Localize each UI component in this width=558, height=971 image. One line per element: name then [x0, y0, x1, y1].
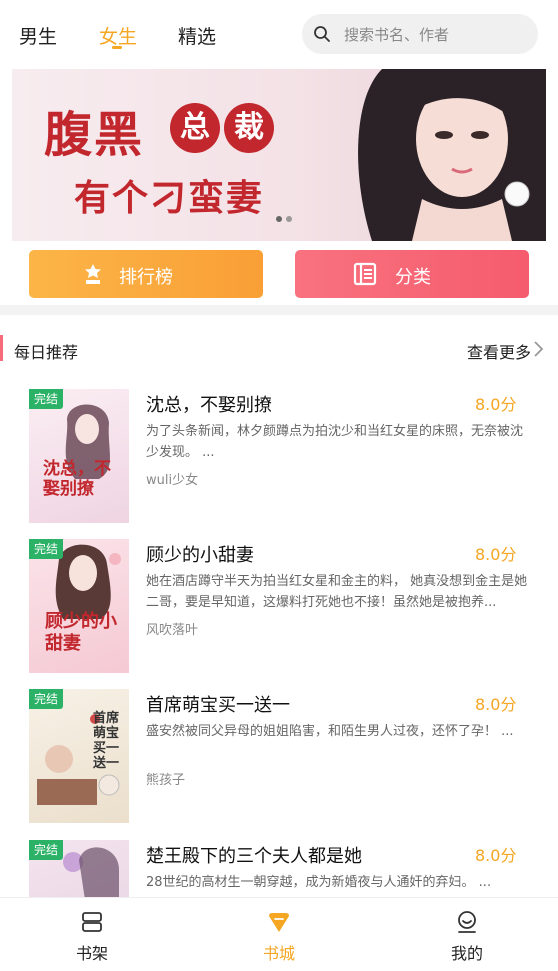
- category-button[interactable]: 分类: [295, 250, 529, 298]
- category-icon: [353, 262, 377, 286]
- banner-pagination: [276, 207, 296, 226]
- cover-illustration: [43, 404, 110, 495]
- book-cover[interactable]: 首席萌宝买一送一 完结: [29, 689, 129, 823]
- banner-title-circle1: 总: [170, 103, 220, 153]
- bottom-tab-bar: 书架 书城 我的: [0, 897, 558, 971]
- banner-title-line1: 腹黑: [44, 107, 145, 163]
- section-divider: [0, 305, 558, 315]
- tab-featured[interactable]: 精选: [178, 22, 216, 49]
- book-score: 8.0分: [475, 695, 517, 714]
- book-author: 熊孩子: [146, 773, 186, 788]
- banner-title-circle2: 裁: [224, 103, 274, 153]
- trophy-icon: [85, 264, 101, 284]
- completed-badge: 完结: [29, 389, 63, 409]
- book-score: 8.0分: [475, 395, 517, 414]
- tab-profile-label: 我的: [450, 944, 483, 963]
- completed-badge: 完结: [29, 689, 63, 709]
- book-score: 8.0分: [475, 545, 517, 564]
- banner-title-line2: 有个刁蛮妻: [74, 177, 265, 219]
- banner-title: 腹黑 总 裁 有个刁蛮妻: [12, 69, 312, 241]
- section-accent-bar: [0, 335, 3, 361]
- cover-title: 顾少的小甜妻: [45, 611, 117, 654]
- tab-bookstore-label: 书城: [262, 944, 295, 963]
- book-title[interactable]: 楚王殿下的三个夫人都是她: [146, 842, 362, 868]
- book-list-item[interactable]: 首席萌宝买一送一 完结 首席萌宝买一送一 8.0分 盛安然被同父异母的姐姐陷害，…: [0, 689, 558, 829]
- completed-badge: 完结: [29, 539, 63, 559]
- ranking-button[interactable]: 排行榜: [29, 250, 263, 298]
- profile-icon: [458, 911, 476, 933]
- book-description: 盛安然被同父异母的姐姐陷害，和陌生男人过夜，还怀了孕！ ...: [146, 724, 514, 739]
- book-title[interactable]: 沈总，不娶别撩: [146, 391, 272, 417]
- bookstore-icon: [269, 913, 289, 932]
- book-title[interactable]: 顾少的小甜妻: [146, 541, 254, 567]
- search-placeholder: 搜索书名、作者: [344, 26, 450, 44]
- completed-badge: 完结: [29, 840, 63, 860]
- tab-bookstore[interactable]: 书城: [239, 898, 319, 971]
- ranking-label: 排行榜: [119, 267, 173, 288]
- banner-dot-2[interactable]: [286, 216, 292, 222]
- book-author: wuli少女: [146, 473, 199, 488]
- book-list-item[interactable]: 顾少的小甜妻 完结 顾少的小甜妻 8.0分 她在酒店蹲守半天为拍当红女星和金主的…: [0, 539, 558, 679]
- cover-title: 首席萌宝买一送一: [93, 711, 120, 771]
- book-cover[interactable]: 顾少的小甜妻 完结: [29, 539, 129, 673]
- search-icon: [314, 26, 330, 42]
- top-navigation: 男生 女生 精选 搜索书名、作者: [0, 0, 558, 68]
- book-description: 28世纪的高材生一朝穿越，成为新婚夜与人通奸的弃妇。 ...: [146, 875, 492, 890]
- tab-female[interactable]: 女生: [99, 22, 137, 49]
- book-author: 风吹落叶: [146, 623, 199, 638]
- search-input[interactable]: 搜索书名、作者: [302, 14, 538, 54]
- book-description: 她在酒店蹲守半天为拍当红女星和金主的料， 她真没想到金主是她二哥，要是早知道，这…: [146, 574, 528, 610]
- book-list-item[interactable]: 完结 楚王殿下的三个夫人都是她 8.0分 28世纪的高材生一朝穿越，成为新婚夜与…: [0, 840, 558, 897]
- category-label: 分类: [395, 267, 431, 288]
- book-list-item[interactable]: 沈总，不娶别撩 完结 沈总，不娶别撩 8.0分 为了头条新闻，林夕颜蹲点为拍沈少…: [0, 389, 558, 529]
- book-description: 为了头条新闻，林夕颜蹲点为拍沈少和当红女星的床照，无奈被沈少发现。 ...: [146, 424, 524, 460]
- active-tab-indicator: [112, 46, 122, 49]
- book-score: 8.0分: [475, 846, 517, 865]
- view-more-link[interactable]: 查看更多: [467, 339, 531, 363]
- chevron-right-icon[interactable]: [532, 340, 544, 358]
- tab-bookshelf-label: 书架: [75, 944, 108, 963]
- banner-portrait-image: [358, 69, 546, 241]
- book-cover[interactable]: 完结: [29, 840, 129, 897]
- tab-profile[interactable]: 我的: [427, 898, 507, 971]
- banner-dot-1[interactable]: [276, 216, 282, 222]
- book-title[interactable]: 首席萌宝买一送一: [146, 691, 290, 717]
- tab-bookshelf[interactable]: 书架: [52, 898, 132, 971]
- book-cover[interactable]: 沈总，不娶别撩 完结: [29, 389, 129, 523]
- bookshelf-icon: [82, 912, 102, 932]
- promo-banner[interactable]: 腹黑 总 裁 有个刁蛮妻: [12, 69, 546, 241]
- tab-male[interactable]: 男生: [19, 22, 57, 49]
- section-title: 每日推荐: [14, 343, 79, 362]
- cover-title: 沈总，不娶别撩: [43, 459, 111, 499]
